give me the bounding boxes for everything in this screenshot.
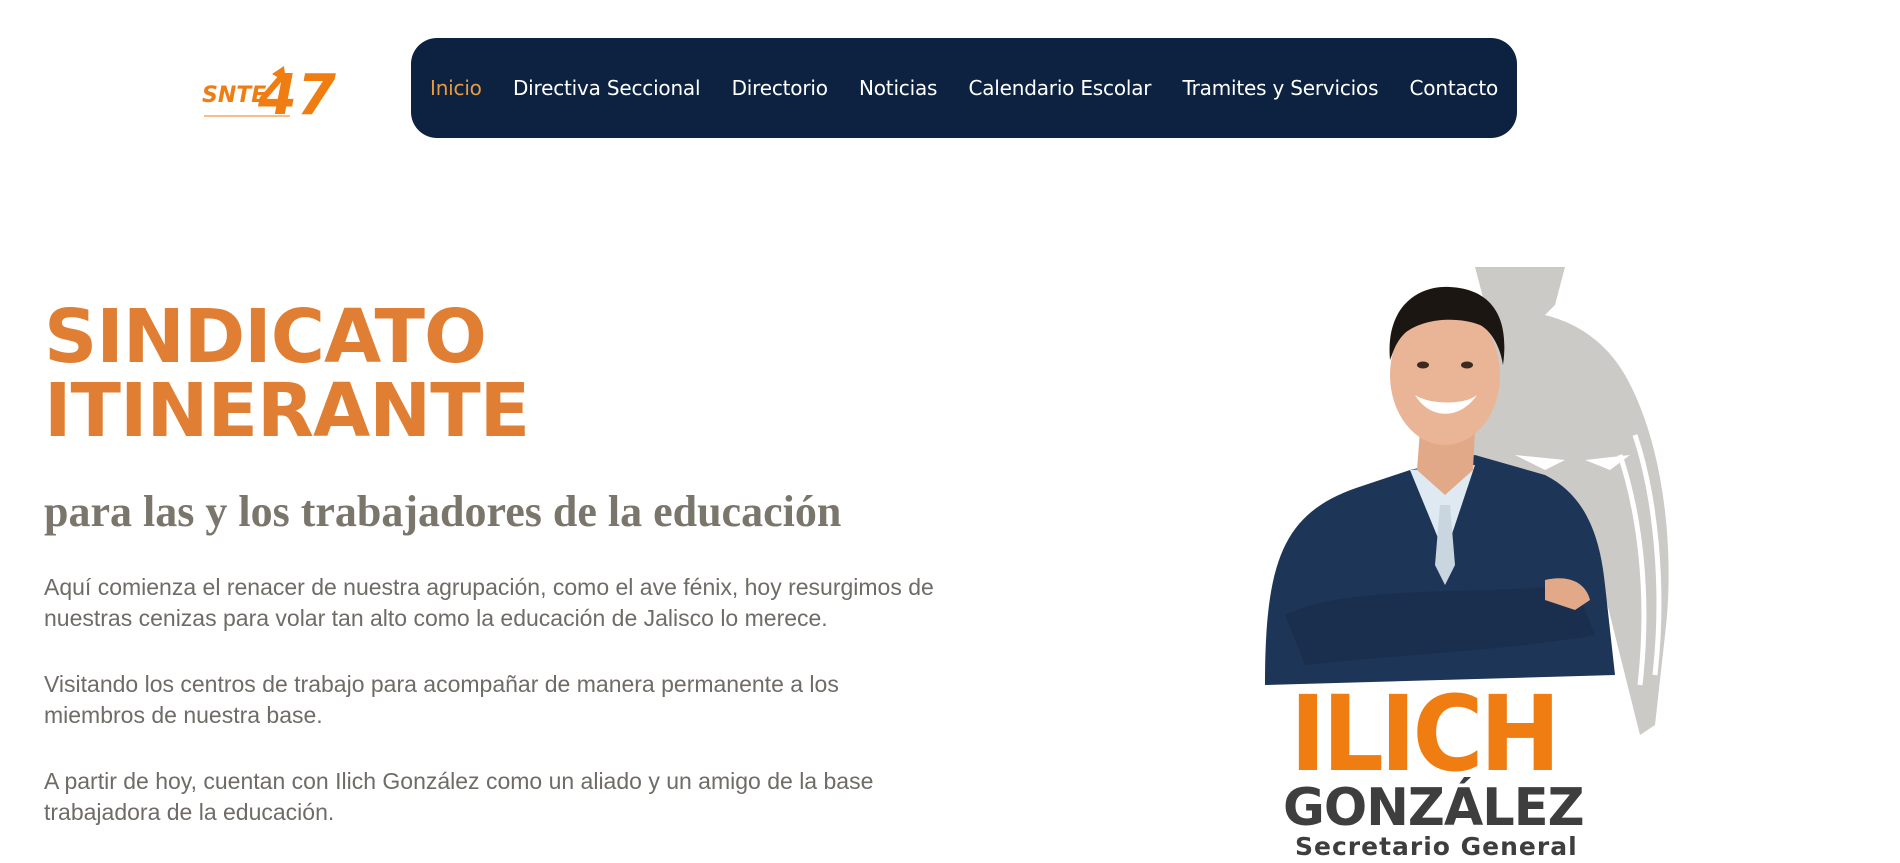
brand-name-last: GONZÁLEZ [1283,778,1585,838]
hero-paragraph-3: A partir de hoy, cuentan con Ilich Gonzá… [44,768,874,825]
nav-item-calendario-escolar[interactable]: Calendario Escolar [968,76,1151,100]
brand-role: Secretario General [1295,832,1578,861]
svg-text:47: 47 [257,63,336,122]
hero-paragraph-1: Aquí comienza el renacer de nuestra agru… [44,574,934,631]
nav-item-tramites-servicios[interactable]: Tramites y Servicios [1183,76,1379,100]
hero-paragraph-2: Visitando los centros de trabajo para ac… [44,671,839,728]
nav-item-contacto[interactable]: Contacto [1410,76,1499,100]
nav-item-directiva-seccional[interactable]: Directiva Seccional [513,76,701,100]
main-navigation: Inicio Directiva Seccional Directorio No… [411,38,1517,138]
brand-name-first: ILICH [1290,673,1561,795]
hero-subtitle: para las y los trabajadores de la educac… [44,487,842,536]
nav-item-directorio[interactable]: Directorio [732,76,828,100]
nav-item-inicio[interactable]: Inicio [430,76,482,100]
nav-item-noticias[interactable]: Noticias [859,76,937,100]
hero-title: SINDICATO ITINERANTE [44,294,530,454]
svg-text:SNTE: SNTE [202,83,266,108]
snte-logo-icon: SNTE 47 [202,63,336,122]
snte-47-logo[interactable]: SNTE 47 [200,60,340,122]
hero-section: SINDICATO ITINERANTE para las y los trab… [44,300,944,828]
